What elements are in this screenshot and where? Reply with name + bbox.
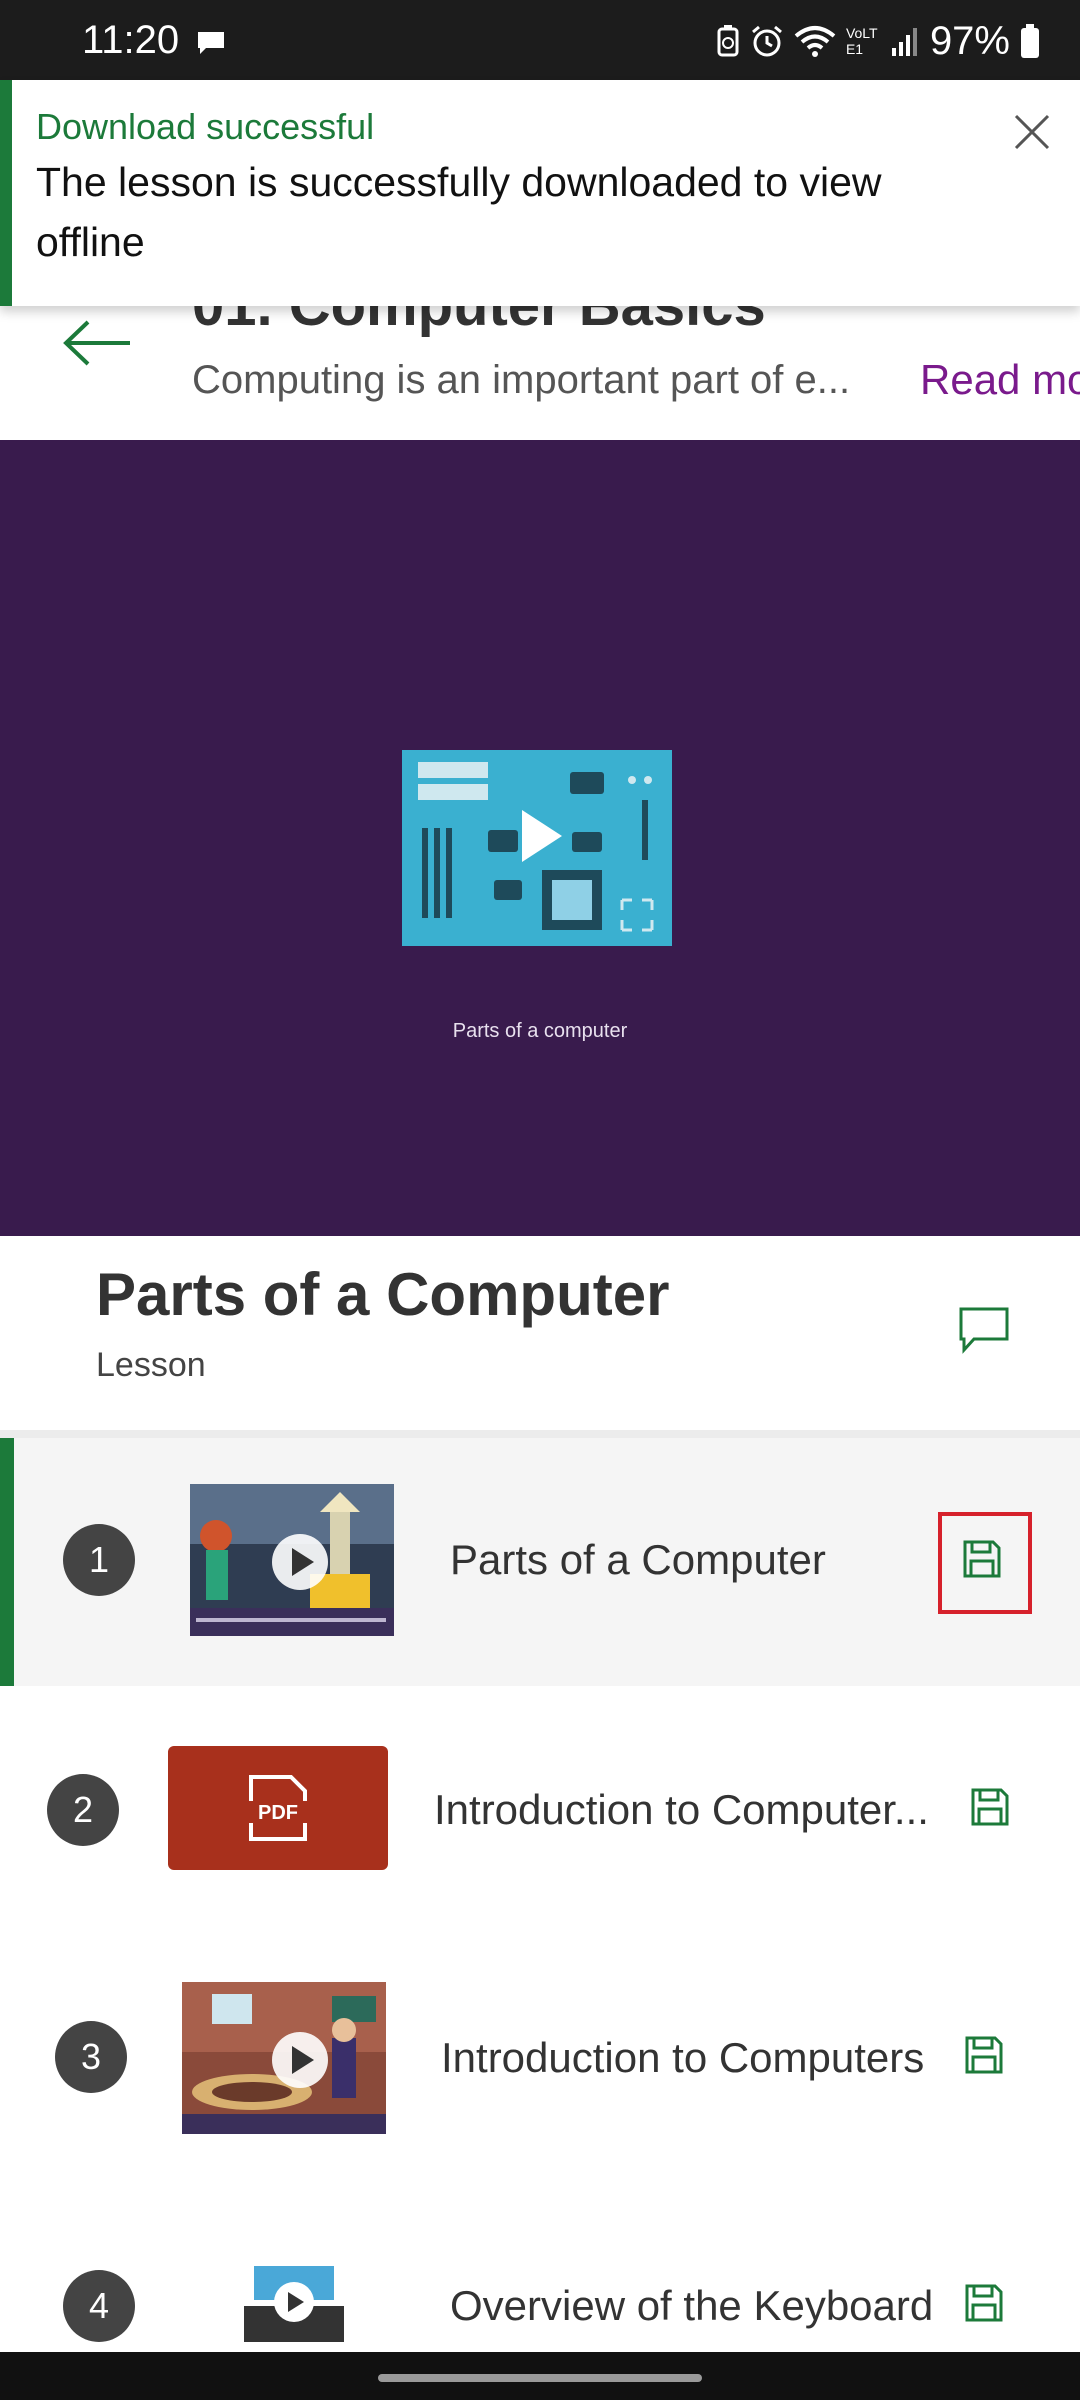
comment-icon[interactable] — [958, 1306, 1010, 1354]
volte-label: VoLTE1 — [845, 25, 878, 57]
pdf-thumbnail[interactable]: PDF — [168, 1746, 388, 1870]
status-bar: 11:20 VoLTE1 97% — [0, 0, 1080, 80]
video-caption: Parts of a computer — [452, 1020, 628, 1042]
back-arrow-icon[interactable] — [62, 318, 132, 368]
video-thumbnail[interactable] — [190, 1484, 394, 1636]
status-indicators: VoLTE1 97% — [716, 16, 1040, 66]
toast-title: Download successful — [36, 106, 375, 147]
item-number: 1 — [63, 1524, 135, 1596]
item-label[interactable]: Parts of a Computer — [450, 1536, 826, 1584]
battery-icon — [1021, 24, 1039, 58]
alarm-icon — [751, 25, 782, 57]
battery-saver-icon — [717, 25, 739, 57]
close-icon[interactable] — [1010, 110, 1054, 154]
status-time: 11:20 — [82, 18, 180, 62]
item-number: 3 — [55, 2021, 127, 2093]
video-player[interactable]: Parts of a computer — [0, 440, 1080, 1236]
active-indicator — [0, 1438, 14, 1686]
download-toast: Download successful The lesson is succes… — [0, 80, 1080, 306]
save-icon[interactable] — [962, 1539, 1002, 1579]
save-icon[interactable] — [970, 1787, 1010, 1827]
item-label[interactable]: Introduction to Computers — [441, 2034, 924, 2082]
read-more-link[interactable]: Read mo — [920, 356, 1080, 404]
section-divider — [0, 1430, 1080, 1438]
battery-percentage: 97% — [929, 18, 1010, 63]
lesson-item-3[interactable]: 3 Introduction to Computers — [0, 1934, 1080, 2182]
item-label[interactable]: Introduction to Computer... — [434, 1786, 929, 1834]
course-description: Computing is an important part of e... — [192, 358, 851, 402]
cell-signal-icon — [891, 28, 917, 56]
wifi-icon — [794, 26, 836, 57]
item-label[interactable]: Overview of the Keyboard — [450, 2282, 933, 2330]
lesson-title: Parts of a Computer — [96, 1261, 670, 1328]
save-icon[interactable] — [964, 2035, 1004, 2075]
video-thumbnail[interactable] — [244, 2266, 344, 2346]
item-number: 4 — [63, 2270, 135, 2342]
toast-message: The lesson is successfully downloaded to… — [36, 159, 882, 265]
video-thumbnail[interactable] — [182, 1982, 386, 2134]
message-notification-icon — [198, 32, 224, 54]
system-nav-bar — [0, 2352, 1080, 2400]
lesson-item-4[interactable]: 4 Overview of the Keyboard — [0, 2182, 1080, 2352]
lesson-item-1[interactable]: 1 Parts of a Computer — [0, 1438, 1080, 1686]
pdf-text: PDF — [258, 1802, 298, 1824]
lesson-info: Parts of a Computer Lesson — [0, 1236, 1080, 1432]
pdf-icon: PDF — [247, 1775, 309, 1841]
lesson-item-2[interactable]: 2 PDF Introduction to Computer... — [0, 1686, 1080, 1934]
item-number: 2 — [47, 1774, 119, 1846]
toast-accent-bar — [0, 80, 12, 306]
lesson-type-label: Lesson — [96, 1346, 206, 1384]
circuit-board-illustration — [402, 750, 672, 946]
save-icon[interactable] — [964, 2283, 1004, 2323]
home-handle[interactable] — [378, 2374, 702, 2382]
